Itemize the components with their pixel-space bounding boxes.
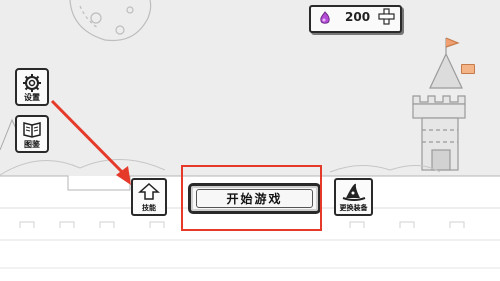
- background-scene: [0, 0, 500, 281]
- settings-button[interactable]: 设置: [15, 68, 49, 106]
- purple-gem-icon: [320, 11, 330, 24]
- codex-label: 图鉴: [24, 140, 40, 149]
- wizard-hat-icon: [342, 183, 366, 201]
- change-equipment-button[interactable]: 更换装备: [334, 178, 373, 216]
- up-arrow-icon: [138, 183, 160, 200]
- game-main-menu: 200 设置 图鉴 技能 开始游戏 更换装备: [0, 0, 500, 281]
- codex-button[interactable]: 图鉴: [15, 115, 49, 153]
- castle-tower: [412, 37, 466, 171]
- moon-sketch: [69, 0, 152, 42]
- skills-button[interactable]: 技能: [131, 178, 167, 216]
- open-book-icon: [23, 122, 41, 138]
- gear-icon: [23, 74, 41, 92]
- tutorial-highlight-box: [181, 165, 322, 231]
- settings-label: 设置: [24, 93, 40, 102]
- plus-icon[interactable]: [378, 8, 395, 25]
- currency-amount: 200: [345, 10, 371, 24]
- flag-badge: [461, 64, 475, 74]
- change-equipment-label: 更换装备: [339, 204, 368, 212]
- skills-label: 技能: [142, 204, 156, 212]
- currency-panel: 200: [309, 5, 402, 33]
